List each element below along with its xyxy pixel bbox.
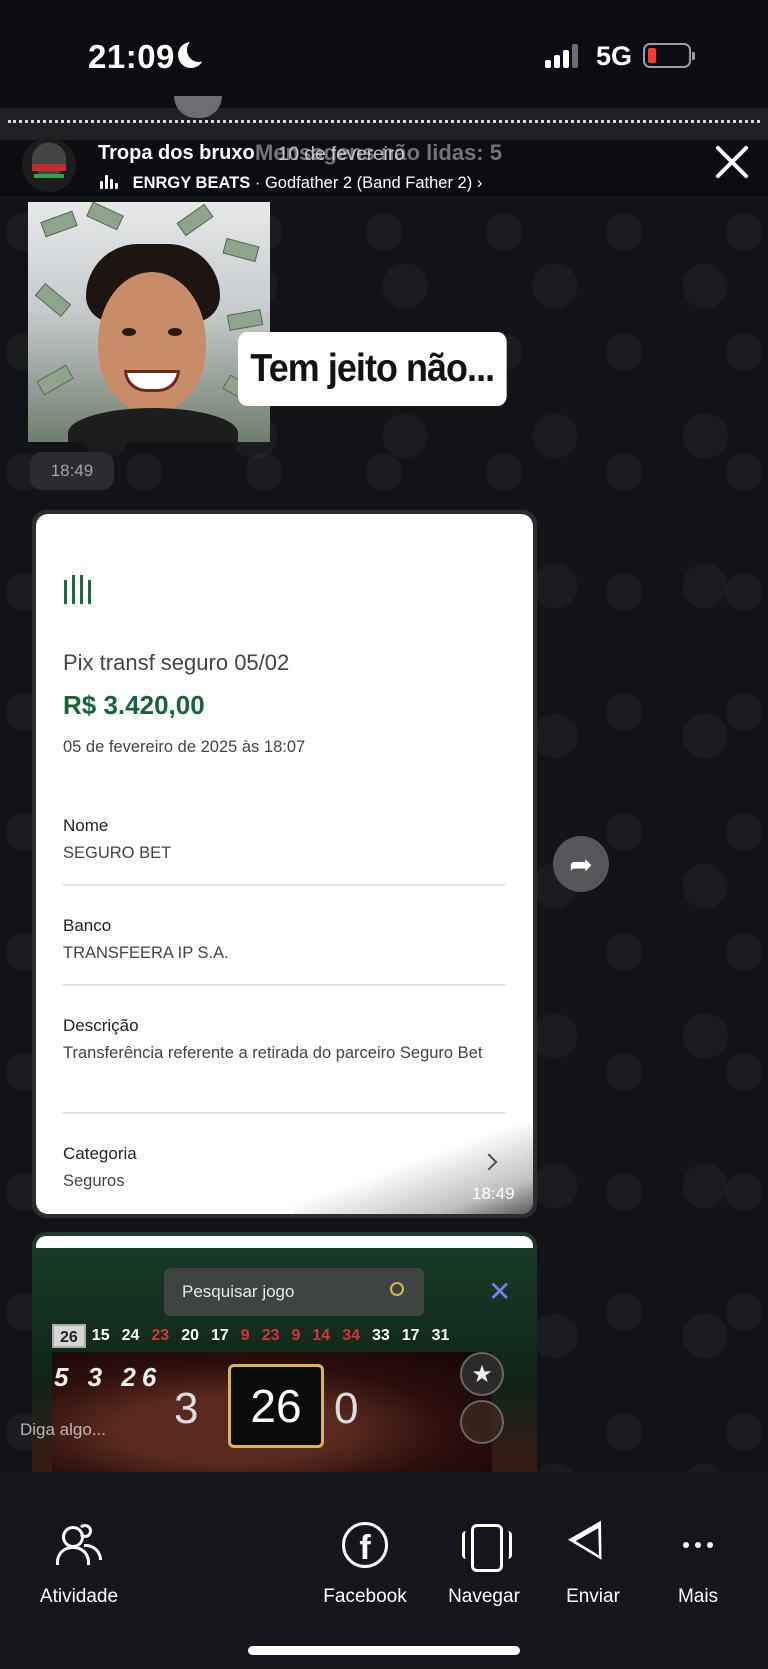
more-label: Mais — [677, 1586, 719, 1607]
browse-label: Navegar — [448, 1586, 520, 1607]
story-header: Mensagens não lidas: 5 10 de fevereiro T… — [0, 130, 768, 200]
message-timestamp: 18:49 — [472, 1184, 515, 1203]
send-label: Enviar — [566, 1586, 620, 1607]
meme-image[interactable] — [28, 202, 270, 442]
history-number: 9 — [240, 1327, 250, 1344]
music-track: · Godfather 2 (Band Father 2) — [254, 174, 473, 192]
wheel-numbers: 5 3 26 — [54, 1362, 163, 1392]
network-type: 5G — [596, 41, 633, 71]
stats-icon — [460, 1400, 504, 1444]
people-icon — [56, 1522, 102, 1568]
divider — [63, 884, 505, 886]
reply-input[interactable]: Diga algo... — [20, 1420, 106, 1440]
facebook-icon: f — [342, 1522, 388, 1568]
history-number: 24 — [121, 1327, 140, 1344]
field-value-description: Transferência referente a retirada do pa… — [63, 1044, 483, 1062]
moon-icon — [178, 38, 211, 68]
history-number: 17 — [210, 1327, 229, 1344]
roulette-history: 26 15 24 23 20 17 9 23 9 14 34 33 17 31 — [52, 1324, 512, 1348]
activity-button[interactable]: Atividade — [19, 1522, 139, 1608]
meme-caption-sticker: Tem jeito não... — [238, 332, 507, 406]
close-icon: ✕ — [488, 1276, 512, 1307]
history-number: 15 — [91, 1327, 110, 1344]
next-number: 0 — [334, 1384, 359, 1433]
star-icon: ★ — [460, 1352, 504, 1396]
send-button[interactable]: Enviar — [533, 1522, 653, 1608]
search-placeholder: Pesquisar jogo — [182, 1282, 295, 1301]
divider — [63, 1112, 505, 1114]
casino-screenshot-message[interactable]: Pesquisar jogo ✕ 26 15 24 23 20 17 9 23 9 14 34 33 1… — [32, 1232, 537, 1472]
phone-browse-icon — [461, 1522, 512, 1572]
home-indicator[interactable] — [248, 1646, 520, 1655]
forward-button[interactable]: ➦ — [553, 836, 609, 892]
story-author-name[interactable]: Tropa dos bruxo — [98, 142, 255, 165]
search-icon — [390, 1282, 404, 1296]
history-number: 31 — [431, 1327, 450, 1344]
history-number: 23 — [261, 1327, 280, 1344]
history-number: 17 — [401, 1327, 420, 1344]
field-label-description: Descrição — [63, 1016, 139, 1035]
receipt-title: Pix transf seguro 05/02 — [63, 650, 290, 675]
field-value-bank: TRANSFEERA IP S.A. — [63, 944, 229, 962]
divider — [63, 984, 505, 986]
message-timestamp: 18:49 — [30, 452, 114, 490]
history-number: 14 — [312, 1327, 331, 1344]
more-icon — [675, 1522, 721, 1568]
audio-wave-icon — [100, 175, 118, 189]
music-artist: ENRGY BEATS — [132, 174, 251, 192]
close-button[interactable] — [712, 140, 752, 180]
history-number: 20 — [181, 1327, 199, 1344]
field-value-name: SEGURO BET — [63, 844, 172, 862]
status-bar: 21:09 5G — [0, 0, 768, 110]
facebook-label: Facebook — [323, 1586, 407, 1607]
more-button[interactable]: Mais — [638, 1522, 758, 1608]
field-label-name: Nome — [63, 816, 109, 835]
roulette-screen: Pesquisar jogo ✕ 26 15 24 23 20 17 9 23 9 14 34 33 1… — [32, 1248, 537, 1472]
pix-receipt[interactable]: Pix transf seguro 05/02 R$ 3.420,00 05 d… — [36, 514, 533, 1214]
history-number: 9 — [291, 1327, 301, 1344]
browse-button[interactable]: Navegar — [424, 1522, 544, 1608]
clock-time: 21:09 — [88, 38, 175, 75]
previous-number: 3 — [174, 1384, 199, 1433]
game-search-input: Pesquisar jogo — [164, 1268, 424, 1316]
roulette-result: 26 — [228, 1364, 324, 1448]
history-number: 34 — [342, 1327, 360, 1344]
history-number: 33 — [371, 1327, 390, 1344]
chevron-right-icon: › — [476, 174, 483, 192]
field-label-category: Categoria — [63, 1144, 137, 1163]
field-label-bank: Banco — [63, 916, 112, 935]
battery-icon — [643, 43, 695, 68]
facebook-button[interactable]: f Facebook — [305, 1522, 425, 1608]
history-number: 23 — [151, 1327, 170, 1344]
send-icon — [570, 1522, 616, 1568]
bottom-action-bar: Atividade f Facebook Navegar Enviar Mais — [0, 1472, 768, 1669]
activity-label: Atividade — [39, 1586, 119, 1607]
bank-logo-icon — [64, 575, 96, 606]
signal-icon — [545, 44, 581, 68]
image-border — [36, 1236, 533, 1248]
receipt-date: 05 de fevereiro de 2025 às 18:07 — [63, 738, 306, 756]
music-attribution[interactable]: ENRGY BEATS · Godfather 2 (Band Father 2… — [100, 174, 482, 193]
progress-segments — [8, 120, 760, 123]
receipt-amount: R$ 3.420,00 — [63, 690, 205, 720]
date-overlay: 10 de fevereiro — [278, 144, 405, 165]
history-number: 26 — [52, 1324, 86, 1348]
avatar[interactable] — [22, 138, 76, 192]
